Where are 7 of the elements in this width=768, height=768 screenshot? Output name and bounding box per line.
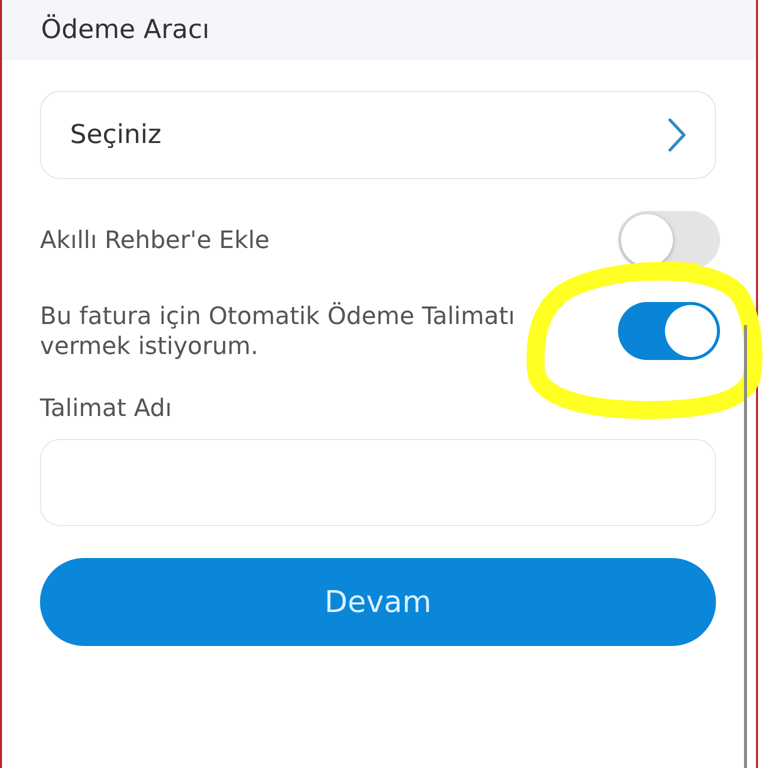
option-label: Bu fatura için Otomatik Ödeme Talimatı vermek istiyorum. [40, 301, 516, 361]
field-label: Talimat Adı [40, 393, 172, 423]
option-label: Akıllı Rehber'e Ekle [40, 225, 270, 255]
chevron-right-icon [667, 118, 687, 152]
input-field[interactable] [40, 439, 716, 526]
payment-method-select[interactable]: Seçiniz [40, 91, 716, 179]
section-title: Ödeme Aracı [41, 15, 210, 45]
